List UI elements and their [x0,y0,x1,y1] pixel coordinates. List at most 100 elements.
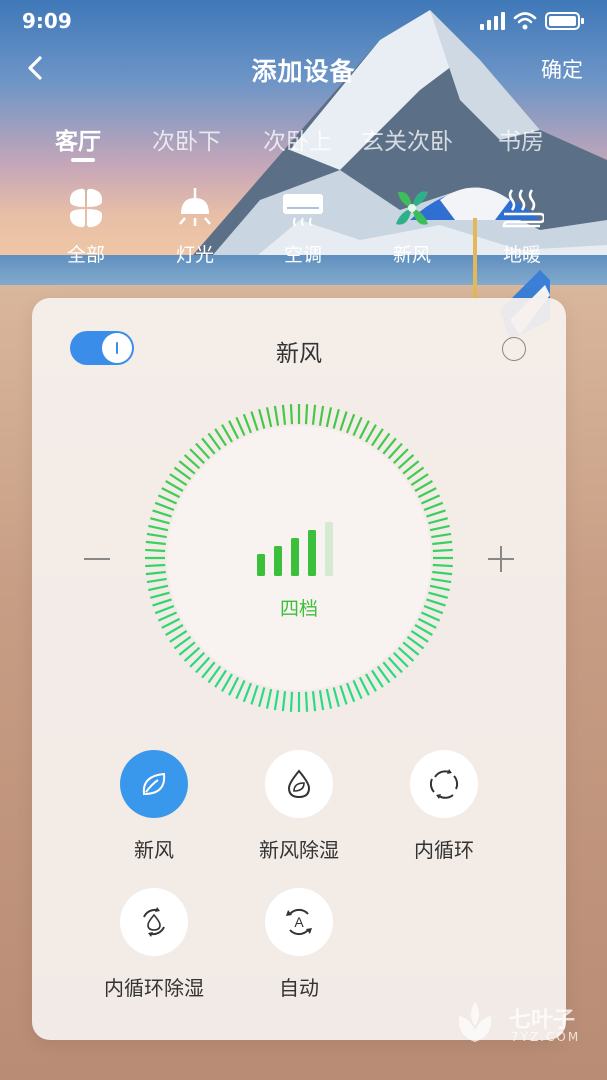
mode-auto-button[interactable]: A [265,888,333,956]
mode-auto[interactable]: A 自动 [239,888,359,1001]
room-tab-study[interactable]: 书房 [498,122,544,156]
dial-tick [242,682,253,703]
dial-tick [265,407,273,428]
svg-text:A: A [294,914,304,930]
mode-fresh-air-dehumidify-button[interactable] [265,750,333,818]
dial-tick [258,687,266,708]
status-time: 9:09 [22,9,72,33]
fan-icon [396,191,428,225]
select-radio[interactable] [502,337,526,361]
category-light[interactable]: 灯光 [150,186,240,267]
category-all[interactable]: 全部 [41,186,131,267]
lamp-icon [179,188,211,226]
dial-tick [420,494,441,505]
dial-tick [146,577,167,584]
mode-fresh-air-button[interactable] [120,750,188,818]
mode-fresh-air-dehumidify[interactable]: 新风除湿 [239,750,359,863]
dial-tick [221,424,233,443]
confirm-button[interactable]: 确定 [541,54,583,84]
dial-tick [325,407,333,428]
dial-tick [221,673,233,692]
dial-tick [157,494,178,505]
dial-tick [345,413,356,434]
dial-tick [432,548,453,553]
increase-button[interactable] [486,544,516,574]
dial-tick [428,517,449,525]
category-label: 新风 [392,244,431,266]
dial-tick [148,584,169,592]
dial-tick [318,690,325,711]
mode-internal-circulation-button[interactable] [410,750,478,818]
dial-tick [414,624,433,636]
dial-tick [431,532,452,539]
dial-tick [417,487,437,499]
dial-tick [165,624,184,636]
dial-tick [273,690,280,711]
dial-tick [365,673,377,692]
category-label: 灯光 [175,244,214,266]
signal-icon [480,12,505,30]
page-title: 添加设备 [251,57,356,86]
category-floor-heating[interactable]: 地暖 [477,186,567,267]
dial-tick [332,687,340,708]
dial-tick [352,679,363,700]
fan-speed-dial[interactable] [139,398,459,718]
auto-mode-icon: A [286,908,312,936]
fan-level-bar [325,522,333,576]
status-bar: 9:09 [0,0,607,44]
wifi-icon [513,12,537,30]
battery-icon [545,12,584,30]
dial-tick [242,413,253,434]
dial-tick [228,676,240,696]
dial-tick [154,501,175,512]
dial-tick [429,524,450,532]
dial-tick [145,540,166,546]
dial-tick [149,517,170,525]
category-fresh-air[interactable]: 新风 [367,186,457,267]
decrease-button[interactable] [82,544,112,574]
fan-level-bar [291,538,299,576]
room-tab-second-bedroom-upper[interactable]: 次卧上 [263,122,332,156]
dial-tick [339,411,348,431]
mode-internal-circulation-dehumidify[interactable]: 内循环除湿 [94,888,214,1001]
dial-tick [358,676,370,696]
dial-tick [289,691,294,712]
mode-internal-circulation[interactable]: 内循环 [384,750,504,863]
room-tab-living-room[interactable]: 客厅 [55,122,101,156]
dial-tick [423,501,444,512]
mode-label: 内循环除湿 [104,976,204,1000]
device-control-card: 新风 四档 新风 新风除湿 内循环 内循环除湿 A 自动 [32,298,566,1040]
dial-tick [148,524,169,532]
dial-tick [273,405,280,426]
dial-tick [146,532,167,539]
mode-label: 内循环 [414,838,474,862]
circulation-icon [429,769,459,799]
mode-label: 自动 [279,976,319,1000]
leaf-icon [142,772,166,796]
dial-tick [311,691,317,712]
watermark-domain: 7YZ.COM [511,1030,581,1044]
mode-internal-circulation-dehumidify-button[interactable] [120,888,188,956]
mode-fresh-air[interactable]: 新风 [94,750,214,863]
dial-tick [432,570,453,576]
dial-tick [426,509,446,518]
device-categories: 全部 灯光 空调 新风 地暖 [0,186,607,270]
room-tab-foyer-bedroom[interactable]: 玄关次卧 [361,122,453,156]
room-tab-second-bedroom-lower[interactable]: 次卧下 [152,122,221,156]
dial-tick [281,691,287,712]
dial-tick [431,577,452,584]
dial-tick [161,487,181,499]
category-air-conditioner[interactable]: 空调 [258,186,348,267]
dial-tick [318,405,325,426]
fan-level-label: 四档 [279,598,318,620]
dial-tick [145,548,166,553]
dial-tick [250,411,259,431]
dial-tick [432,540,453,546]
dial-tick [304,404,309,425]
dial-tick [235,679,246,700]
dial-tick [432,563,453,568]
dial-tick [258,408,266,429]
dial-tick [145,563,166,568]
circulation-drop-icon [143,907,165,937]
dial-tick [304,691,309,712]
